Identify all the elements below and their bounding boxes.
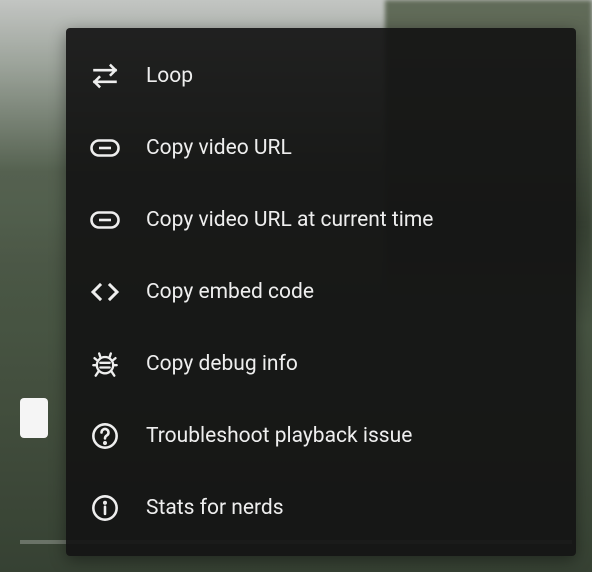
menu-item-stats[interactable]: Stats for nerds	[66, 472, 576, 544]
menu-item-label: Copy video URL	[146, 136, 292, 160]
help-circle-icon	[90, 421, 120, 451]
link-icon	[90, 205, 120, 235]
bug-icon	[90, 349, 120, 379]
menu-item-loop[interactable]: Loop	[66, 40, 576, 112]
menu-item-label: Copy video URL at current time	[146, 208, 433, 232]
menu-item-copy-embed[interactable]: Copy embed code	[66, 256, 576, 328]
menu-item-copy-url[interactable]: Copy video URL	[66, 112, 576, 184]
info-circle-icon	[90, 493, 120, 523]
menu-item-copy-url-time[interactable]: Copy video URL at current time	[66, 184, 576, 256]
menu-item-troubleshoot[interactable]: Troubleshoot playback issue	[66, 400, 576, 472]
embed-icon	[90, 277, 120, 307]
video-context-menu: Loop Copy video URL Copy video URL at cu…	[66, 28, 576, 556]
progress-handle-stub	[20, 398, 48, 438]
menu-item-label: Troubleshoot playback issue	[146, 424, 412, 448]
menu-item-label: Loop	[146, 64, 193, 88]
menu-item-label: Copy debug info	[146, 352, 298, 376]
loop-icon	[90, 61, 120, 91]
menu-item-label: Stats for nerds	[146, 496, 284, 520]
link-icon	[90, 133, 120, 163]
menu-item-label: Copy embed code	[146, 280, 314, 304]
menu-item-copy-debug[interactable]: Copy debug info	[66, 328, 576, 400]
